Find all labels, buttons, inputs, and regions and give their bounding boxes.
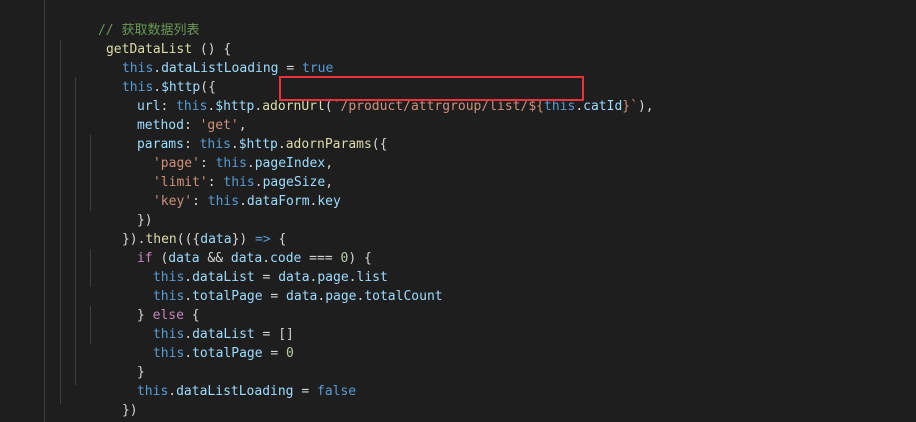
code-editor[interactable]: // 获取数据列表 getDataList () { this.dataList… — [0, 0, 916, 422]
code-line: 'key': this.dataForm.key — [0, 173, 654, 209]
code-line: }, — [0, 401, 654, 420]
code-line: }).then(({data}) => { — [0, 211, 654, 247]
code-lines: // 获取数据列表 getDataList () { this.dataList… — [0, 2, 654, 420]
code-line: this.dataListLoading = false — [0, 363, 654, 399]
code-line: this.dataList = data.page.list — [0, 249, 654, 285]
highlight-box — [279, 76, 584, 101]
code-line: this.dataList = [] — [0, 306, 654, 342]
code-line: getDataList () { — [0, 21, 654, 57]
code-line: this.dataListLoading = true — [0, 40, 654, 76]
code-line: 'page': this.pageIndex, — [0, 135, 654, 171]
code-line: } else { — [0, 287, 654, 323]
code-line: params: this.$http.adornParams({ — [0, 116, 654, 152]
code-line: if (data && data.code === 0) { — [0, 230, 654, 266]
code-line: // 获取数据列表 — [0, 2, 654, 38]
code-line: }) — [0, 192, 654, 228]
code-line: this.totalPage = 0 — [0, 325, 654, 361]
code-line: 'limit': this.pageSize, — [0, 154, 654, 190]
code-line: }) — [0, 382, 654, 418]
code-line: } — [0, 344, 654, 380]
code-line: this.totalPage = data.page.totalCount — [0, 268, 654, 304]
